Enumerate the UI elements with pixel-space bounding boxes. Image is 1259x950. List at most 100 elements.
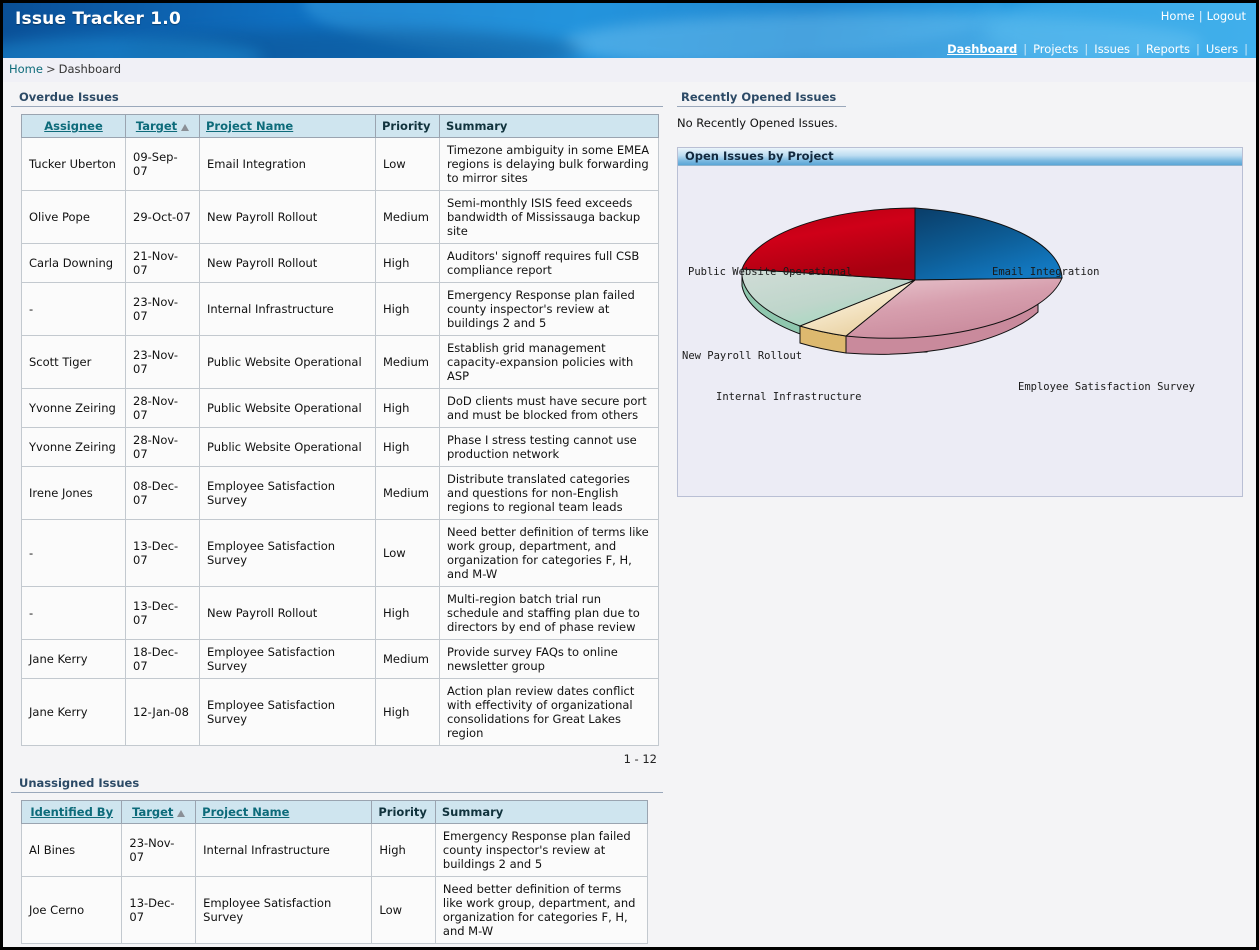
table-row[interactable]: Yvonne Zeiring28-Nov-07Public Website Op… [22, 428, 659, 467]
cell-project-name: Internal Infrastructure [200, 283, 376, 336]
table-header-row: Identified By Target Project Name Priori… [22, 801, 648, 824]
column-header-assignee[interactable]: Assignee [22, 115, 126, 138]
tab-reports[interactable]: Reports [1140, 42, 1196, 56]
cell-priority: High [376, 428, 440, 467]
sort-ascending-icon [181, 124, 189, 131]
cell-summary: DoD clients must have secure port and mu… [440, 389, 659, 428]
breadcrumb-current: Dashboard [59, 62, 121, 76]
column-header-target[interactable]: Target [126, 115, 200, 138]
cell-project-name: New Payroll Rollout [200, 244, 376, 283]
cell-summary: Emergency Response plan failed county in… [435, 824, 647, 877]
cell-assignee: Olive Pope [22, 191, 126, 244]
cell-target: 13-Dec-07 [126, 587, 200, 640]
cell-assignee: Scott Tiger [22, 336, 126, 389]
home-link[interactable]: Home [1161, 9, 1195, 23]
cell-project-name: Employee Satisfaction Survey [200, 467, 376, 520]
cell-target: 23-Nov-07 [122, 824, 196, 877]
sort-link-target[interactable]: Target [136, 119, 177, 133]
column-header-target[interactable]: Target [122, 801, 196, 824]
overdue-issues-table: Assignee Target Project Name Priority Su… [21, 114, 659, 746]
unassigned-issues-table: Identified By Target Project Name Priori… [21, 800, 648, 944]
breadcrumb-home[interactable]: Home [9, 62, 43, 76]
column-header-project-name[interactable]: Project Name [196, 801, 372, 824]
table-row[interactable]: Scott Tiger23-Nov-07Public Website Opera… [22, 336, 659, 389]
breadcrumb: Home>Dashboard [3, 58, 1256, 82]
overdue-pagination: 1 - 12 [21, 746, 671, 766]
cell-summary: Timezone ambiguity in some EMEA regions … [440, 138, 659, 191]
cell-summary: Provide survey FAQs to online newsletter… [440, 640, 659, 679]
cell-project-name: Employee Satisfaction Survey [200, 640, 376, 679]
table-row[interactable]: Irene Jones08-Dec-07Employee Satisfactio… [22, 467, 659, 520]
cell-priority: Medium [376, 336, 440, 389]
sort-link-identified-by[interactable]: Identified By [30, 805, 113, 819]
tab-users[interactable]: Users [1200, 42, 1244, 56]
sort-ascending-icon [177, 810, 185, 817]
cell-summary: Need better definition of terms like wor… [435, 877, 647, 944]
cell-project-name: Internal Infrastructure [196, 824, 372, 877]
table-row[interactable]: -23-Nov-07Internal InfrastructureHighEme… [22, 283, 659, 336]
cell-priority: Low [376, 138, 440, 191]
cell-summary: Semi-monthly ISIS feed exceeds bandwidth… [440, 191, 659, 244]
logout-link[interactable]: Logout [1207, 9, 1246, 23]
sort-link-assignee[interactable]: Assignee [44, 119, 103, 133]
table-row[interactable]: Joe Cerno13-Dec-07Employee Satisfaction … [22, 877, 648, 944]
pie-label-employee-satisfaction-survey: Employee Satisfaction Survey [1018, 381, 1195, 393]
tab-projects[interactable]: Projects [1027, 42, 1084, 56]
cell-target: 29-Oct-07 [126, 191, 200, 244]
table-row[interactable]: Yvonne Zeiring28-Nov-07Public Website Op… [22, 389, 659, 428]
cell-assignee: - [22, 283, 126, 336]
right-column: Recently Opened Issues No Recently Opene… [671, 82, 1256, 497]
sort-link-target[interactable]: Target [132, 805, 173, 819]
cell-summary: Phase I stress testing cannot use produc… [440, 428, 659, 467]
table-row[interactable]: Jane Kerry12-Jan-08Employee Satisfaction… [22, 679, 659, 746]
cell-priority: Low [376, 520, 440, 587]
cell-target: 28-Nov-07 [126, 389, 200, 428]
cell-target: 13-Dec-07 [122, 877, 196, 944]
application-window: Issue Tracker 1.0 Home|Logout Dashboard|… [0, 0, 1259, 950]
cell-assignee: Irene Jones [22, 467, 126, 520]
column-header-project-name[interactable]: Project Name [200, 115, 376, 138]
table-row[interactable]: -13-Dec-07New Payroll RolloutHighMulti-r… [22, 587, 659, 640]
open-issues-pie-chart[interactable] [678, 166, 1242, 496]
cell-priority: High [372, 824, 436, 877]
cell-summary: Establish grid management capacity-expan… [440, 336, 659, 389]
column-header-priority: Priority [376, 115, 440, 138]
page-body: Overdue Issues Assignee Target [3, 82, 1256, 950]
pie-label-internal-infrastructure: Internal Infrastructure [716, 391, 861, 403]
banner-decoration [123, 29, 583, 58]
column-header-priority: Priority [372, 801, 436, 824]
cell-assignee: - [22, 520, 126, 587]
cell-project-name: New Payroll Rollout [200, 191, 376, 244]
pie-label-email-integration: Email Integration [992, 266, 1099, 278]
table-row[interactable]: Carla Downing21-Nov-07New Payroll Rollou… [22, 244, 659, 283]
main-tab-bar: Dashboard|Projects|Issues|Reports|Users| [941, 42, 1248, 56]
cell-project-name: Employee Satisfaction Survey [200, 679, 376, 746]
tab-issues[interactable]: Issues [1088, 42, 1136, 56]
cell-priority: Medium [376, 191, 440, 244]
tab-divider: | [1244, 42, 1248, 56]
table-row[interactable]: Al Bines23-Nov-07Internal Infrastructure… [22, 824, 648, 877]
cell-assignee: Tucker Uberton [22, 138, 126, 191]
app-banner: Issue Tracker 1.0 Home|Logout Dashboard|… [3, 3, 1256, 58]
cell-target: 23-Nov-07 [126, 336, 200, 389]
table-row[interactable]: -13-Dec-07Employee Satisfaction SurveyLo… [22, 520, 659, 587]
cell-target: 12-Jan-08 [126, 679, 200, 746]
cell-project-name: New Payroll Rollout [200, 587, 376, 640]
banner-decoration [3, 37, 263, 58]
table-row[interactable]: Olive Pope29-Oct-07New Payroll RolloutMe… [22, 191, 659, 244]
cell-target: 09-Sep-07 [126, 138, 200, 191]
sort-link-project-name[interactable]: Project Name [202, 805, 289, 819]
column-header-summary: Summary [435, 801, 647, 824]
cell-priority: High [376, 389, 440, 428]
cell-project-name: Public Website Operational [200, 389, 376, 428]
table-row[interactable]: Tucker Uberton09-Sep-07Email Integration… [22, 138, 659, 191]
cell-summary: Action plan review dates conflict with e… [440, 679, 659, 746]
column-header-identified-by[interactable]: Identified By [22, 801, 122, 824]
sort-link-project-name[interactable]: Project Name [206, 119, 293, 133]
cell-assignee: - [22, 587, 126, 640]
cell-project-name: Public Website Operational [200, 336, 376, 389]
table-row[interactable]: Jane Kerry18-Dec-07Employee Satisfaction… [22, 640, 659, 679]
cell-summary: Need better definition of terms like wor… [440, 520, 659, 587]
breadcrumb-separator: > [43, 62, 59, 76]
tab-dashboard[interactable]: Dashboard [941, 42, 1023, 56]
